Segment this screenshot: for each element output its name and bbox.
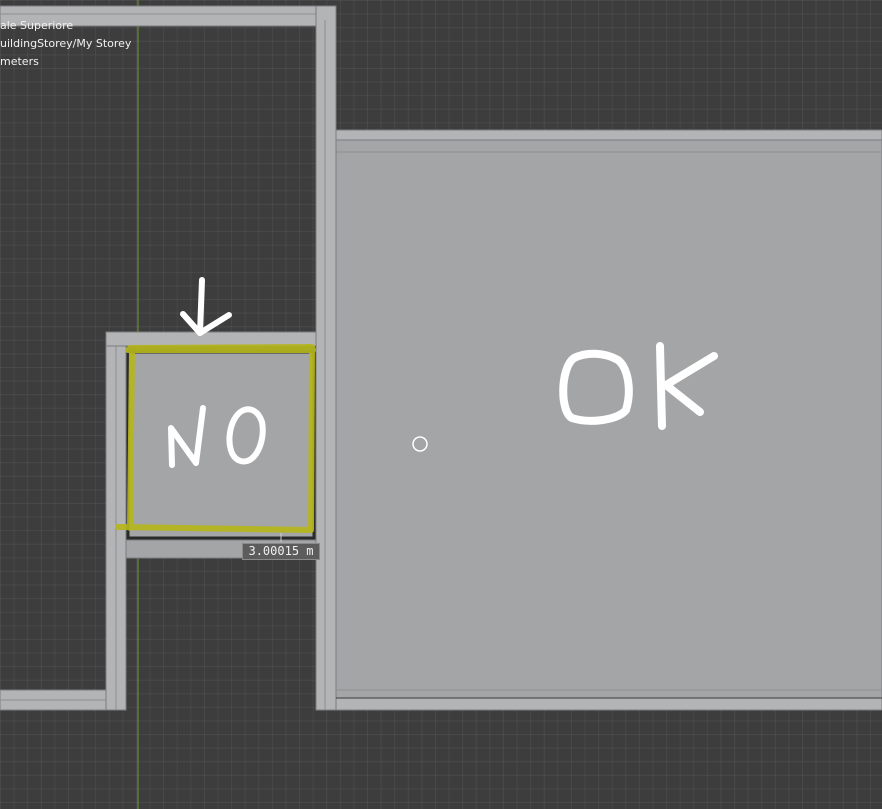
- info-line-storey: uildingStorey/My Storey: [0, 37, 132, 50]
- floor-plan-scene[interactable]: [0, 0, 882, 809]
- info-line-site: ale Superiore: [0, 19, 74, 32]
- slab-ok-bottom-wall[interactable]: [335, 697, 882, 711]
- dimension-label[interactable]: 3.00015 m: [242, 543, 320, 560]
- 3d-viewport[interactable]: ale Superiore uildingStorey/My Storey me…: [0, 0, 882, 809]
- info-line-units: meters: [0, 55, 39, 68]
- wall-vertical-center[interactable]: [315, 5, 337, 711]
- slab-ok-top-wall[interactable]: [335, 129, 882, 141]
- slab-no[interactable]: [126, 350, 316, 540]
- arrow-down-icon: [180, 277, 232, 336]
- wall-small-top[interactable]: [105, 331, 317, 347]
